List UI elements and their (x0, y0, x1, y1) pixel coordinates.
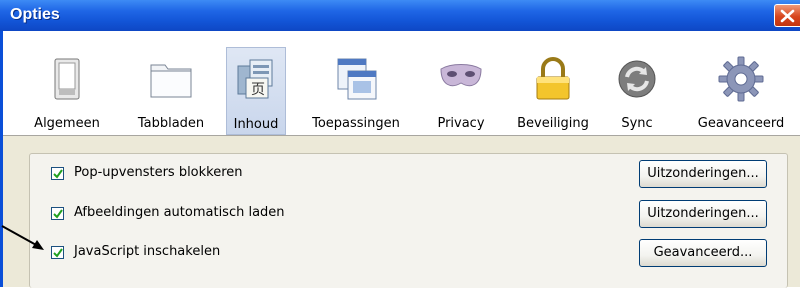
options-toolbar: Algemeen Tabbladen 页 Inhoud Toepassingen… (3, 31, 800, 136)
tab-geavanceerd[interactable]: Geavanceerd (693, 40, 789, 134)
images-checkbox[interactable] (51, 207, 64, 220)
tab-algemeen[interactable]: Algemeen (33, 40, 101, 134)
javascript-advanced-button[interactable]: Geavanceerd... (639, 239, 767, 267)
images-exceptions-button[interactable]: Uitzonderingen... (639, 200, 767, 228)
tab-privacy[interactable]: Privacy (431, 40, 491, 134)
tab-label: Beveiliging (517, 116, 589, 131)
checkmark-icon (53, 248, 63, 258)
annotation-arrow-icon (1, 225, 44, 250)
javascript-label: JavaScript inschakelen (74, 244, 221, 259)
tab-sync[interactable]: Sync (615, 40, 659, 134)
tab-label: Tabbladen (137, 116, 205, 131)
applications-icon (337, 58, 377, 100)
images-label: Afbeeldingen automatisch laden (74, 205, 285, 220)
setting-row-popups: Pop-upvensters blokkeren Uitzonderingen.… (30, 159, 787, 191)
close-icon (780, 9, 795, 23)
folder-tabs-icon (150, 64, 192, 98)
checkmark-icon (53, 169, 63, 179)
options-window: Opties Algemeen Tabbladen 页 Inhoud Toepa… (0, 0, 800, 288)
gear-icon (718, 56, 764, 102)
switch-icon (54, 58, 80, 100)
sync-icon (618, 60, 656, 98)
tab-beveiliging[interactable]: Beveiliging (508, 40, 598, 134)
tab-label: Toepassingen (312, 116, 400, 131)
padlock-icon (536, 57, 570, 100)
popups-checkbox[interactable] (51, 167, 64, 180)
content-page-icon: 页 (237, 59, 273, 99)
svg-text:页: 页 (251, 82, 265, 98)
mask-icon (440, 64, 482, 87)
tab-tabbladen[interactable]: Tabbladen (131, 40, 211, 134)
tab-label: Inhoud (233, 117, 279, 132)
javascript-checkbox[interactable] (51, 246, 64, 259)
tab-toepassingen[interactable]: Toepassingen (308, 40, 404, 134)
setting-row-javascript: JavaScript inschakelen Geavanceerd... (30, 238, 787, 270)
popups-exceptions-button[interactable]: Uitzonderingen... (639, 160, 767, 188)
tab-inhoud[interactable]: 页 Inhoud (226, 47, 286, 135)
dialog-client-area: Algemeen Tabbladen 页 Inhoud Toepassingen… (3, 31, 800, 288)
popups-label: Pop-upvensters blokkeren (74, 165, 243, 180)
close-button[interactable] (774, 4, 800, 27)
tab-label: Privacy (437, 116, 485, 131)
setting-row-images: Afbeeldingen automatisch laden Uitzonder… (30, 199, 787, 231)
tab-label: Sync (621, 116, 653, 131)
checkmark-icon (53, 209, 63, 219)
tab-label: Geavanceerd (697, 116, 785, 131)
title-bar[interactable]: Opties (0, 0, 800, 31)
content-settings-panel: Pop-upvensters blokkeren Uitzonderingen.… (29, 153, 788, 288)
window-title: Opties (10, 6, 60, 23)
tab-label: Algemeen (34, 116, 100, 131)
